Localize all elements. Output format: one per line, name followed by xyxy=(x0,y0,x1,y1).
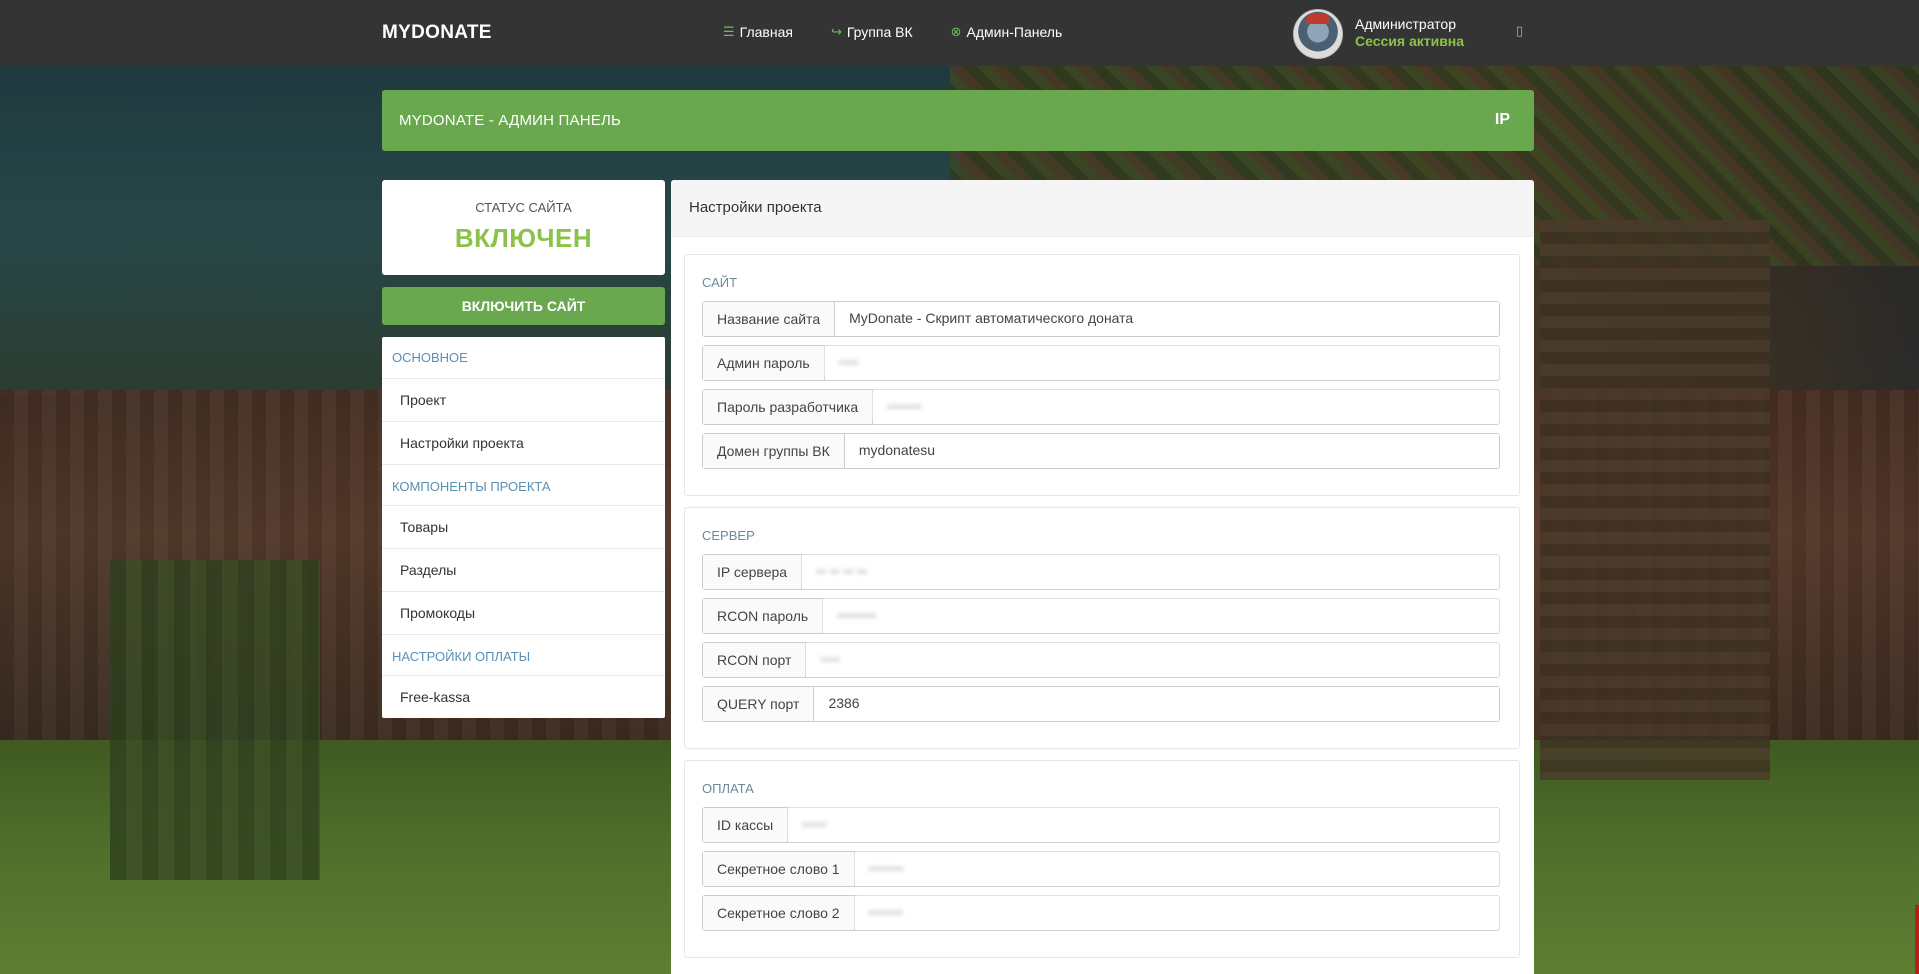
field-developer-password: Пароль разработчика xyxy=(702,389,1500,425)
field-secret-word-2: Секретное слово 2 xyxy=(702,895,1500,931)
background-cactus xyxy=(110,560,320,880)
sidebar-section-payment: НАСТРОЙКИ ОПЛАТЫ xyxy=(382,635,665,676)
field-server-ip: IP сервера xyxy=(702,554,1500,590)
settings-group-server: СЕРВЕР IP сервера RCON пароль RCON порт … xyxy=(684,507,1520,749)
field-label: Пароль разработчика xyxy=(703,390,874,424)
top-navbar: MYDONATE ☰ Главная ↪ Группа ВК ⊗ Админ-П… xyxy=(0,0,1919,66)
developer-password-input[interactable] xyxy=(873,390,1499,422)
session-status: Сессия активна xyxy=(1355,33,1465,49)
cashbox-id-input[interactable] xyxy=(788,808,1499,840)
site-status-card: СТАТУС САЙТА ВКЛЮЧЕН xyxy=(382,180,665,275)
nav-item-label: Группа ВК xyxy=(846,24,913,40)
main-nav: ☰ Главная ↪ Группа ВК ⊗ Админ-Панель xyxy=(723,24,1062,40)
sidebar-item-free-kassa[interactable]: Free-kassa xyxy=(382,676,665,718)
field-secret-word-1: Секретное слово 1 xyxy=(702,851,1500,887)
site-name-input[interactable] xyxy=(835,302,1499,334)
sidebar-menu: ОСНОВНОЕ Проект Настройки проекта КОМПОН… xyxy=(382,337,665,718)
sidebar-item-project[interactable]: Проект xyxy=(382,379,665,422)
field-label: ID кассы xyxy=(703,808,789,842)
group-title: СЕРВЕР xyxy=(702,528,755,543)
nav-item-vk-group[interactable]: ↪ Группа ВК xyxy=(831,24,913,40)
field-vk-domain: Домен группы ВК xyxy=(702,433,1500,469)
field-label: Секретное слово 1 xyxy=(703,852,855,886)
sidebar-section-main: ОСНОВНОЕ xyxy=(382,337,665,379)
brand-logo[interactable]: MYDONATE xyxy=(382,22,492,44)
field-label: Секретное слово 2 xyxy=(703,896,855,930)
site-status-value: ВКЛЮЧЕН xyxy=(454,223,593,253)
panel-title: Настройки проекта xyxy=(671,180,1534,237)
user-menu-icon[interactable]: ▯ xyxy=(1516,23,1523,39)
user-name: Администратор xyxy=(1355,16,1457,32)
nav-item-label: Главная xyxy=(739,24,793,40)
group-title: САЙТ xyxy=(702,275,738,290)
user-profile[interactable]: Администратор Сессия активна ▯ xyxy=(1293,9,1534,59)
field-label: Админ пароль xyxy=(703,346,825,380)
field-label: RCON пароль xyxy=(703,599,824,633)
sidebar-item-project-settings[interactable]: Настройки проекта xyxy=(382,422,665,465)
settings-group-payment: ОПЛАТА ID кассы Секретное слово 1 Секрет… xyxy=(684,760,1520,958)
background-tree-trunk xyxy=(1540,220,1770,780)
field-label: Название сайта xyxy=(703,302,836,336)
rcon-port-input[interactable] xyxy=(806,643,1499,675)
secret-word-1-input[interactable] xyxy=(854,852,1499,884)
field-rcon-password: RCON пароль xyxy=(702,598,1500,634)
sidebar-item-promocodes[interactable]: Промокоды xyxy=(382,592,665,635)
nav-item-admin-panel[interactable]: ⊗ Админ-Панель xyxy=(951,24,1063,40)
avatar-hat-icon xyxy=(1306,13,1330,24)
admin-banner: MYDONATE - АДМИН ПАНЕЛЬ IP xyxy=(382,90,1534,151)
nav-item-home[interactable]: ☰ Главная xyxy=(723,24,793,40)
field-label: IP сервера xyxy=(703,555,803,589)
close-circle-icon: ⊗ xyxy=(950,24,962,39)
field-cashbox-id: ID кассы xyxy=(702,807,1500,843)
secret-word-2-input[interactable] xyxy=(854,896,1499,928)
enable-site-button[interactable]: ВКЛЮЧИТЬ САЙТ xyxy=(382,287,665,325)
scrollbar-indicator[interactable] xyxy=(1915,905,1919,974)
banner-title: MYDONATE - АДМИН ПАНЕЛЬ xyxy=(399,112,622,129)
share-icon: ↪ xyxy=(830,24,842,39)
vk-domain-input[interactable] xyxy=(844,434,1499,466)
field-label: QUERY порт xyxy=(703,687,815,721)
admin-password-input[interactable] xyxy=(824,346,1499,378)
banner-ip[interactable]: IP xyxy=(1495,111,1510,129)
field-label: RCON порт xyxy=(703,643,807,677)
group-title: ОПЛАТА xyxy=(702,781,754,796)
avatar[interactable] xyxy=(1293,9,1343,59)
sidebar-item-products[interactable]: Товары xyxy=(382,506,665,549)
sidebar-section-components: КОМПОНЕНТЫ ПРОЕКТА xyxy=(382,465,665,506)
field-site-name: Название сайта xyxy=(702,301,1500,337)
site-status-label: СТАТУС САЙТА xyxy=(475,200,572,215)
nav-item-label: Админ-Панель xyxy=(966,24,1063,40)
menu-icon: ☰ xyxy=(723,24,735,39)
query-port-input[interactable] xyxy=(814,687,1499,719)
field-admin-password: Админ пароль xyxy=(702,345,1500,381)
field-query-port: QUERY порт xyxy=(702,686,1500,722)
project-settings-panel: Настройки проекта САЙТ Название сайта Ад… xyxy=(671,180,1534,974)
field-rcon-port: RCON порт xyxy=(702,642,1500,678)
sidebar-item-categories[interactable]: Разделы xyxy=(382,549,665,592)
field-label: Домен группы ВК xyxy=(703,434,845,468)
rcon-password-input[interactable] xyxy=(823,599,1499,631)
settings-group-site: САЙТ Название сайта Админ пароль Пароль … xyxy=(684,254,1520,496)
server-ip-input[interactable] xyxy=(802,555,1499,587)
